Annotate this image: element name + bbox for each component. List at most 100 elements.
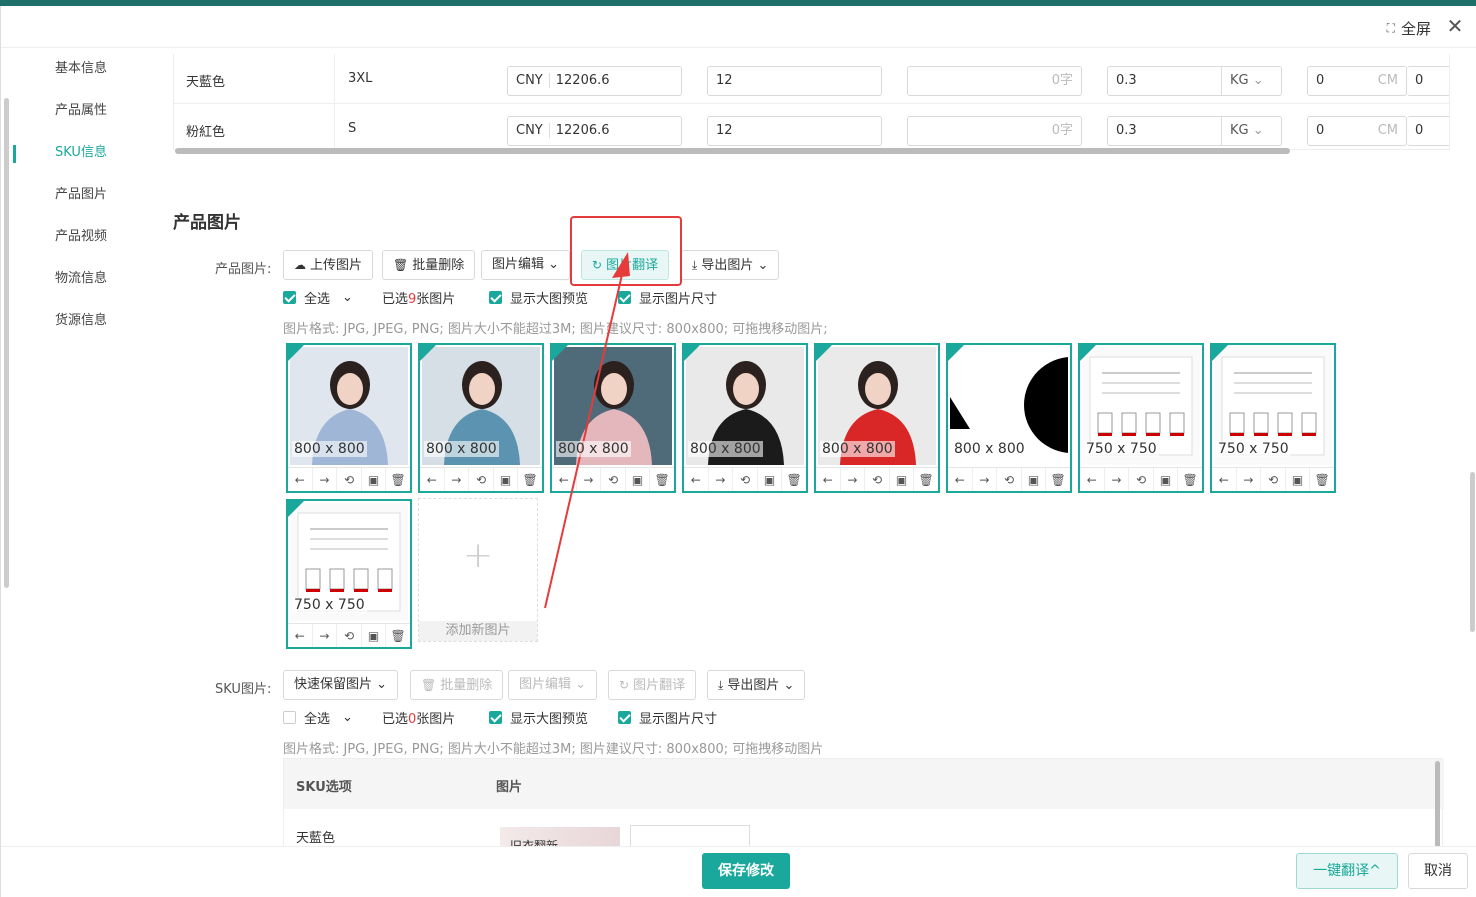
add-new-image-button[interactable]: + 添加新图片 [418, 498, 538, 642]
nav-item-product-images[interactable]: 产品图片 [11, 174, 153, 216]
sku-batch-delete-button[interactable]: 🗑 批量删除 [410, 670, 504, 700]
rotate-icon[interactable]: ⟲ [601, 468, 626, 491]
image-translate-button[interactable]: ↻ 图片翻译 [581, 250, 670, 280]
rotate-icon[interactable]: ⟲ [733, 468, 758, 491]
image-icon[interactable]: ▣ [1154, 468, 1179, 491]
rotate-icon[interactable]: ⟲ [997, 468, 1022, 491]
one-click-translate-button[interactable]: 一键翻译^ [1296, 853, 1398, 889]
table-vertical-scrollbar[interactable] [1435, 761, 1440, 849]
arrow-right-icon[interactable]: → [709, 468, 734, 491]
nav-item-attributes[interactable]: 产品属性 [11, 90, 153, 132]
image-icon[interactable]: ▣ [1286, 468, 1311, 491]
dimension-input[interactable]: 0 CM [1307, 66, 1407, 96]
arrow-right-icon[interactable]: → [313, 468, 338, 491]
weight-unit-select[interactable]: KG ⌄ [1221, 67, 1281, 95]
dimension-input-2[interactable]: 0 [1407, 116, 1449, 146]
arrow-left-icon[interactable]: ← [288, 468, 313, 491]
nav-item-sku-info[interactable]: SKU信息 [11, 132, 153, 174]
image-icon[interactable]: ▣ [362, 624, 387, 647]
image-thumbnail[interactable]: 750 x 750 ← → ⟲ ▣ 🗑 [286, 499, 412, 649]
image-icon[interactable]: ▣ [1022, 468, 1047, 491]
arrow-right-icon[interactable]: → [841, 468, 866, 491]
arrow-right-icon[interactable]: → [577, 468, 602, 491]
image-thumbnail[interactable]: 800 x 800 ← → ⟲ ▣ 🗑 [814, 343, 940, 493]
trash-icon[interactable]: 🗑 [914, 468, 938, 491]
sku-show-size-checkbox[interactable]: 显示图片尺寸 [618, 708, 717, 727]
image-icon[interactable]: ▣ [494, 468, 519, 491]
rotate-icon[interactable]: ⟲ [337, 468, 362, 491]
close-button[interactable]: ✕ [1443, 14, 1467, 38]
sku-image-translate-button[interactable]: ↻ 图片翻译 [608, 670, 697, 700]
fullscreen-button[interactable]: ⛶ 全屏 [1387, 18, 1431, 39]
image-edit-dropdown[interactable]: 图片编辑 ⌄ [481, 250, 571, 280]
arrow-left-icon[interactable]: ← [288, 624, 313, 647]
sku-image-edit-dropdown[interactable]: 图片编辑 ⌄ [508, 670, 598, 700]
image-thumbnail[interactable]: 800 x 800 ← → ⟲ ▣ 🗑 [946, 343, 1072, 493]
weight-input[interactable]: 0.3 KG ⌄ [1107, 66, 1282, 96]
text-input[interactable]: 0字 [907, 116, 1082, 146]
trash-icon[interactable]: 🗑 [1178, 468, 1202, 491]
nav-item-product-video[interactable]: 产品视频 [11, 216, 153, 258]
sku-select-all-checkbox[interactable]: 全选 ⌄ [283, 708, 353, 727]
image-icon[interactable]: ▣ [362, 468, 387, 491]
image-thumbnail[interactable]: 800 x 800 ← → ⟲ ▣ 🗑 [682, 343, 808, 493]
rotate-icon[interactable]: ⟲ [865, 468, 890, 491]
rotate-icon[interactable]: ⟲ [1261, 468, 1286, 491]
trash-icon[interactable]: 🗑 [386, 624, 410, 647]
arrow-right-icon[interactable]: → [445, 468, 470, 491]
dimension-input[interactable]: 0 CM [1307, 116, 1407, 146]
image-thumbnail[interactable]: 800 x 800 ← → ⟲ ▣ 🗑 [550, 343, 676, 493]
arrow-left-icon[interactable]: ← [1080, 468, 1105, 491]
select-all-checkbox[interactable]: 全选 ⌄ [283, 288, 353, 307]
text-input[interactable]: 0字 [907, 66, 1082, 96]
arrow-left-icon[interactable]: ← [1212, 468, 1237, 491]
rotate-icon[interactable]: ⟲ [1129, 468, 1154, 491]
trash-icon[interactable]: 🗑 [782, 468, 806, 491]
nav-item-logistics[interactable]: 物流信息 [11, 258, 153, 300]
arrow-right-icon[interactable]: → [1105, 468, 1130, 491]
arrow-left-icon[interactable]: ← [948, 468, 973, 491]
price-input[interactable]: CNY 12206.6 [507, 66, 682, 96]
image-icon[interactable]: ▣ [758, 468, 783, 491]
image-icon[interactable]: ▣ [890, 468, 915, 491]
sidebar-scrollbar[interactable] [4, 98, 9, 588]
arrow-right-icon[interactable]: → [1237, 468, 1262, 491]
trash-icon[interactable]: 🗑 [1310, 468, 1334, 491]
image-thumbnail[interactable]: 800 x 800 ← → ⟲ ▣ 🗑 [286, 343, 412, 493]
show-preview-checkbox[interactable]: 显示大图预览 [489, 288, 588, 307]
page-scrollbar[interactable] [1470, 472, 1475, 632]
sku-export-images-dropdown[interactable]: ⤓ 导出图片 ⌄ [707, 670, 806, 700]
nav-item-basic-info[interactable]: 基本信息 [11, 48, 153, 90]
price-input[interactable]: CNY 12206.6 [507, 116, 682, 146]
sku-show-preview-checkbox[interactable]: 显示大图预览 [489, 708, 588, 727]
stock-input[interactable]: 12 [707, 116, 882, 146]
arrow-left-icon[interactable]: ← [684, 468, 709, 491]
arrow-right-icon[interactable]: → [973, 468, 998, 491]
batch-delete-button[interactable]: 🗑 批量删除 [382, 250, 476, 280]
image-icon[interactable]: ▣ [626, 468, 651, 491]
trash-icon[interactable]: 🗑 [518, 468, 542, 491]
arrow-left-icon[interactable]: ← [420, 468, 445, 491]
weight-input[interactable]: 0.3 KG ⌄ [1107, 116, 1282, 146]
trash-icon[interactable]: 🗑 [650, 468, 674, 491]
arrow-left-icon[interactable]: ← [552, 468, 577, 491]
image-thumbnail[interactable]: 750 x 750 ← → ⟲ ▣ 🗑 [1210, 343, 1336, 493]
weight-unit-select[interactable]: KG ⌄ [1221, 117, 1281, 145]
dimension-input-2[interactable]: 0 [1407, 66, 1449, 96]
image-thumbnail[interactable]: 800 x 800 ← → ⟲ ▣ 🗑 [418, 343, 544, 493]
upload-image-button[interactable]: ☁ 上传图片 [283, 250, 374, 280]
table-horizontal-scrollbar[interactable] [175, 148, 1290, 154]
rotate-icon[interactable]: ⟲ [337, 624, 362, 647]
image-thumbnail[interactable]: 750 x 750 ← → ⟲ ▣ 🗑 [1078, 343, 1204, 493]
show-size-checkbox[interactable]: 显示图片尺寸 [618, 288, 717, 307]
cancel-button[interactable]: 取消 [1408, 853, 1468, 889]
quick-keep-images-dropdown[interactable]: 快速保留图片 ⌄ [283, 670, 399, 700]
arrow-right-icon[interactable]: → [313, 624, 338, 647]
rotate-icon[interactable]: ⟲ [469, 468, 494, 491]
arrow-left-icon[interactable]: ← [816, 468, 841, 491]
stock-input[interactable]: 12 [707, 66, 882, 96]
trash-icon[interactable]: 🗑 [386, 468, 410, 491]
nav-item-source[interactable]: 货源信息 [11, 300, 153, 342]
save-changes-button[interactable]: 保存修改 [702, 853, 790, 889]
export-images-dropdown[interactable]: ⤓ 导出图片 ⌄ [681, 250, 780, 280]
